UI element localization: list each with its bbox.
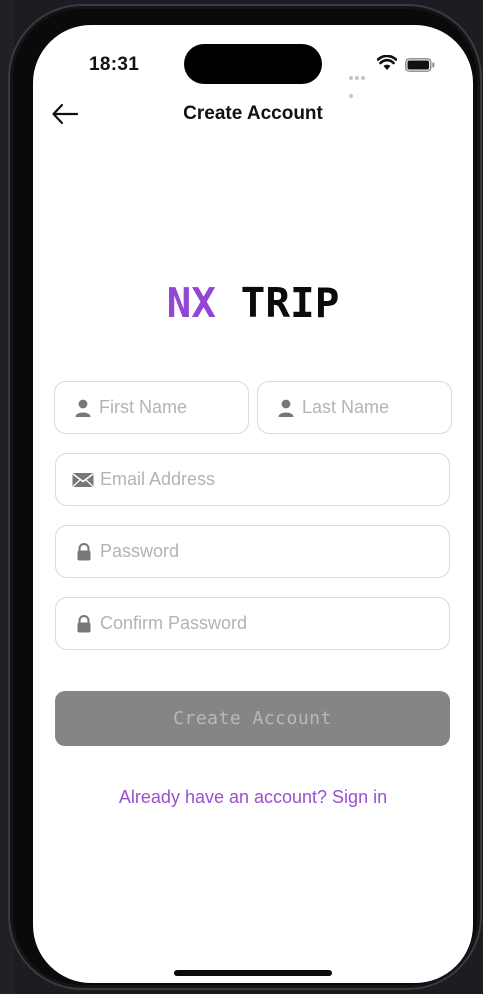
status-time: 18:31 bbox=[89, 54, 140, 75]
wifi-icon bbox=[377, 55, 397, 70]
battery-icon bbox=[405, 58, 435, 72]
password-field[interactable] bbox=[55, 525, 450, 578]
app-screen: 18:31 Create Account NX TRIP First Name … bbox=[33, 25, 473, 983]
first-name-field[interactable] bbox=[54, 381, 249, 434]
first-name-input[interactable] bbox=[99, 382, 240, 433]
email-input[interactable] bbox=[100, 454, 441, 505]
lock-icon bbox=[77, 615, 91, 633]
last-name-field[interactable] bbox=[257, 381, 452, 434]
dynamic-island bbox=[184, 44, 322, 84]
create-account-button[interactable]: Create Account bbox=[55, 691, 450, 746]
home-indicator bbox=[174, 970, 332, 976]
email-field[interactable] bbox=[55, 453, 450, 506]
envelope-icon bbox=[72, 473, 94, 487]
person-icon bbox=[75, 399, 91, 417]
confirm-password-field[interactable] bbox=[55, 597, 450, 650]
password-input[interactable] bbox=[100, 526, 441, 577]
logo-trip: TRIP bbox=[240, 279, 340, 327]
app-logo: NX TRIP bbox=[33, 279, 473, 327]
person-icon bbox=[278, 399, 294, 417]
signal-dots-icon bbox=[349, 67, 371, 98]
last-name-input[interactable] bbox=[302, 382, 443, 433]
page-title: Create Account bbox=[183, 103, 323, 124]
phone-frame: 18:31 Create Account NX TRIP First Name … bbox=[8, 4, 482, 990]
confirm-password-input[interactable] bbox=[100, 598, 441, 649]
logo-nx: NX bbox=[166, 279, 216, 327]
sign-in-link[interactable]: Already have an account? Sign in bbox=[33, 787, 473, 808]
lock-icon bbox=[77, 543, 91, 561]
